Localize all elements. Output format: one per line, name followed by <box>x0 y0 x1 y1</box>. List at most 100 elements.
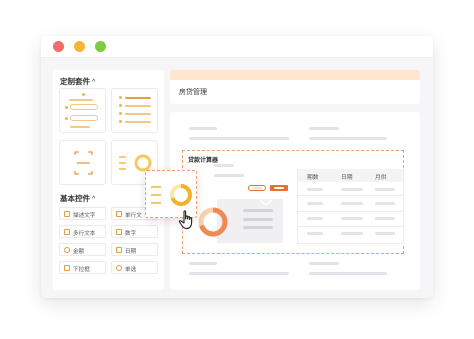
component-label: 单行文 <box>125 212 142 219</box>
amount-icon <box>64 247 70 253</box>
reset-button[interactable] <box>248 185 266 191</box>
kit-marker <box>119 112 122 115</box>
kit-card-list[interactable] <box>111 88 158 133</box>
kit-line <box>70 126 90 128</box>
minimize-window-button[interactable] <box>74 41 85 52</box>
single-line-text-icon <box>116 211 122 217</box>
page-title: 房贷管理 <box>179 89 207 96</box>
component-label: 金额 <box>73 248 85 255</box>
kit-field <box>70 104 98 110</box>
kit-marker <box>82 93 85 96</box>
column-header-monthly-payment: 月供 <box>375 175 387 181</box>
radio-icon <box>116 265 122 271</box>
repayment-table-header: 期数 日期 月供 <box>297 169 403 182</box>
component-amount[interactable]: 金额 <box>59 243 106 256</box>
table-divider <box>297 226 403 227</box>
table-divider <box>403 169 404 244</box>
placeholder-line <box>214 174 244 177</box>
placeholder-line <box>243 226 273 229</box>
table-cell <box>307 217 323 220</box>
maximize-window-button[interactable] <box>95 41 106 52</box>
kit-marker <box>119 104 122 107</box>
kit-marker <box>119 96 122 99</box>
placeholder-line <box>214 164 234 167</box>
component-radio[interactable]: 单选 <box>111 261 158 274</box>
component-date[interactable]: 日期 <box>111 243 158 256</box>
kit-card-scan[interactable] <box>59 140 106 185</box>
text-description-icon <box>64 211 70 217</box>
table-divider <box>297 195 403 196</box>
component-description-text[interactable]: 描述文字 <box>59 207 106 220</box>
table-cell <box>307 232 323 235</box>
hand-pointer-icon <box>178 210 193 230</box>
placeholder-line <box>243 218 273 221</box>
component-label: 多行文本 <box>73 230 96 237</box>
calculate-button-label <box>274 187 284 189</box>
design-canvas[interactable]: 贷款计算器 期数 日期 月供 <box>170 112 420 290</box>
table-divider <box>297 169 298 244</box>
custom-kits-header[interactable]: 定制套件 ^ <box>60 76 95 87</box>
chevron-up-icon: ^ <box>92 79 96 86</box>
basic-controls-header[interactable]: 基本控件 ^ <box>60 193 95 204</box>
component-label: 下拉框 <box>73 266 90 273</box>
table-divider <box>297 211 403 212</box>
loan-calculator-title: 贷款计算器 <box>188 158 219 164</box>
component-label: 日期 <box>125 248 137 255</box>
component-label: 数字 <box>125 230 137 237</box>
kit-marker <box>65 106 68 109</box>
table-cell <box>341 232 363 235</box>
column-header-period: 期数 <box>307 175 319 181</box>
kit-line <box>69 99 93 101</box>
placeholder-line <box>189 137 289 140</box>
close-window-button[interactable] <box>53 41 64 52</box>
placeholder-line <box>189 272 289 275</box>
table-cell <box>307 202 323 205</box>
table-cell <box>307 188 323 191</box>
page-header: 房贷管理 <box>170 70 420 104</box>
kit-line <box>125 113 151 115</box>
kit-marker <box>65 117 68 120</box>
kit-line <box>125 105 151 107</box>
component-label: 描述文字 <box>73 212 96 219</box>
scan-frame-icon <box>74 151 93 175</box>
header-accent-band <box>170 70 420 80</box>
component-number[interactable]: 数字 <box>111 225 158 238</box>
multi-line-text-icon <box>64 229 70 235</box>
column-header-date: 日期 <box>341 175 353 181</box>
placeholder-line <box>189 262 217 265</box>
kit-marker <box>119 120 122 123</box>
table-cell <box>375 202 395 205</box>
loan-calculator-widget[interactable]: 贷款计算器 期数 日期 月供 <box>182 150 404 254</box>
kit-card-form[interactable] <box>59 88 106 133</box>
kit-line <box>125 121 151 123</box>
placeholder-line <box>309 137 387 140</box>
component-multi-line-text[interactable]: 多行文本 <box>59 225 106 238</box>
collapse-arrow-icon <box>259 199 273 206</box>
table-cell <box>375 217 395 220</box>
kit-field <box>70 115 98 121</box>
chevron-up-icon: ^ <box>92 196 96 203</box>
custom-kits-title: 定制套件 <box>60 77 90 86</box>
window-titlebar <box>41 36 433 58</box>
placeholder-line <box>309 127 339 130</box>
basic-controls-title: 基本控件 <box>60 194 90 203</box>
dropdown-icon <box>64 265 70 271</box>
table-cell <box>341 202 363 205</box>
calculate-button[interactable] <box>270 185 288 191</box>
component-label: 单选 <box>125 266 137 273</box>
app-window: 定制套件 ^ 基本控件 ^ 描述文字 单行文 多行文本 数字 金额 日期 下拉框… <box>41 36 433 298</box>
component-dropdown[interactable]: 下拉框 <box>59 261 106 274</box>
number-icon <box>116 229 122 235</box>
placeholder-line <box>243 209 273 212</box>
placeholder-line <box>309 262 339 265</box>
table-cell <box>375 188 395 191</box>
kit-line <box>125 97 151 99</box>
table-cell <box>341 188 363 191</box>
table-cell <box>375 232 395 235</box>
date-icon <box>116 247 122 253</box>
reset-button-label <box>252 187 262 189</box>
table-cell <box>341 217 363 220</box>
donut-chart-icon <box>198 207 228 237</box>
placeholder-line <box>189 127 217 130</box>
table-divider <box>297 243 403 244</box>
